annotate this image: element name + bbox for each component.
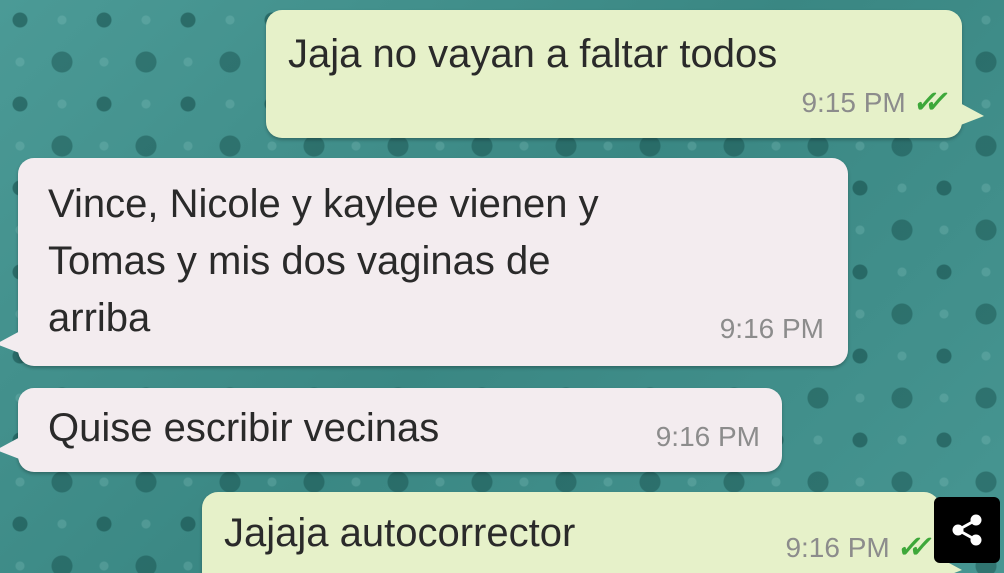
message-bubble-outgoing[interactable]: Jaja no vayan a faltar todos 9:15 PM ✓✓ — [266, 10, 984, 138]
double-check-icon: ✓✓ — [910, 86, 939, 119]
message-text: Jajaja autocorrector — [224, 511, 576, 555]
message-bubble-incoming[interactable]: Quise escribir vecinas 9:16 PM — [0, 388, 782, 472]
double-check-icon: ✓✓ — [894, 531, 923, 564]
chat-background: Jaja no vayan a faltar todos 9:15 PM ✓✓ … — [0, 0, 1004, 573]
share-button[interactable] — [934, 497, 1000, 563]
message-text: Jaja no vayan a faltar todos — [288, 32, 778, 76]
message-time: 9:16 PM — [785, 531, 890, 563]
message-bubble-incoming[interactable]: Vince, Nicole y kaylee vienen y Tomas y … — [0, 158, 848, 366]
message-meta: 9:16 PM — [720, 313, 824, 345]
message-time: 9:16 PM — [719, 313, 824, 344]
message-bubble-outgoing[interactable]: Jajaja autocorrector 9:16 PM ✓✓ — [202, 492, 962, 573]
message-text: Quise escribir vecinas — [48, 406, 440, 450]
share-icon — [952, 514, 982, 546]
message-text: Vince, Nicole y kaylee vienen y Tomas y … — [48, 182, 599, 340]
message-time: 9:15 PM — [801, 86, 906, 118]
message-meta: 9:16 PM — [656, 421, 760, 453]
message-meta: 9:16 PM ✓✓ — [785, 530, 932, 565]
message-time: 9:16 PM — [655, 421, 760, 452]
message-meta: 9:15 PM ✓✓ — [801, 85, 948, 120]
